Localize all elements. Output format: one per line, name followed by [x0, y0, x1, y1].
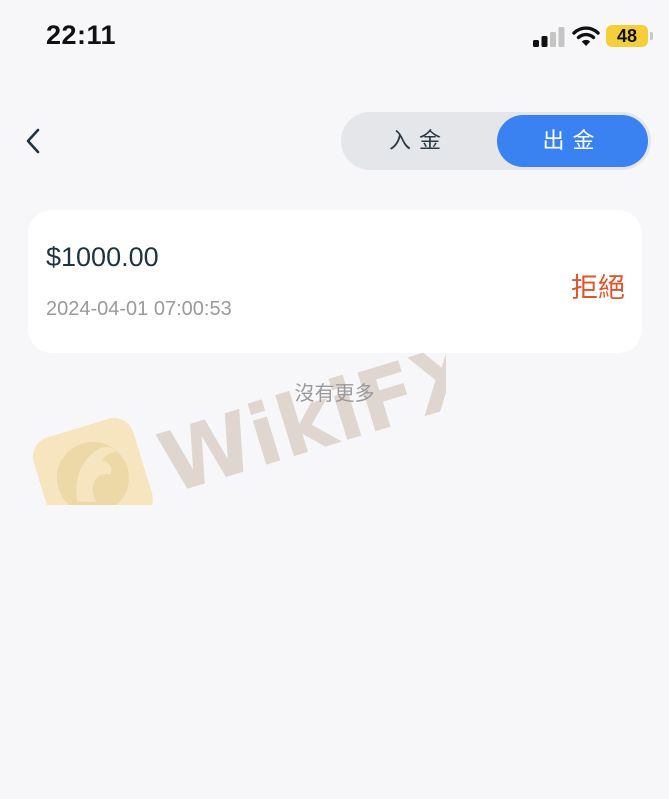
watermark-text: WikiFX: [148, 335, 446, 505]
record-timestamp: 2024-04-01 07:00:53: [46, 298, 232, 320]
back-button[interactable]: [18, 122, 50, 162]
tab-deposit[interactable]: 入金: [344, 115, 494, 167]
record-amount: $1000.00: [46, 242, 159, 272]
status-time: 22:11: [46, 20, 117, 50]
signal-icon: [533, 27, 565, 47]
chevron-left-icon: [26, 128, 40, 154]
status-badge: 拒絕: [571, 273, 625, 303]
battery-nub: [650, 32, 653, 40]
eagle-logo-icon: [32, 417, 153, 505]
wikifx-watermark: WikiFX: [32, 335, 446, 505]
deposit-withdraw-toggle: 入金 出金: [341, 112, 651, 170]
withdrawal-record-card[interactable]: $1000.00 2024-04-01 07:00:53 拒絕: [28, 210, 642, 353]
battery-icon: 48: [606, 25, 648, 47]
status-bar: 22:11 48: [0, 0, 669, 80]
wifi-icon: [572, 26, 600, 46]
tab-withdraw[interactable]: 出金: [497, 115, 648, 167]
no-more-text: 沒有更多: [294, 383, 375, 405]
